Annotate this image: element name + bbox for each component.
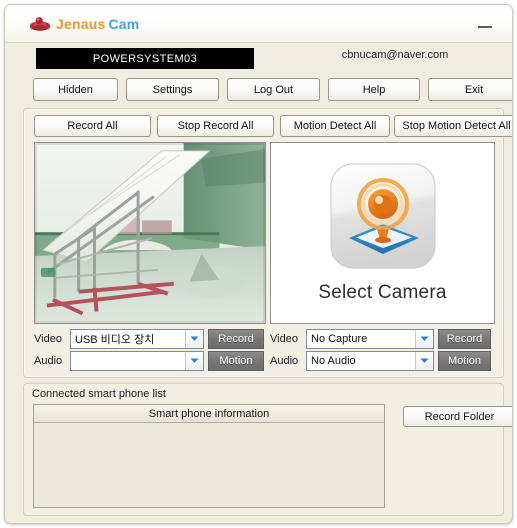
- minimize-icon[interactable]: [474, 16, 496, 34]
- record-toolbar: Record All Stop Record All Motion Detect…: [34, 115, 512, 137]
- video-device-select-left[interactable]: USB 비디오 장치: [70, 329, 204, 349]
- app-logo: Jenaus Cam: [29, 14, 139, 34]
- device-controls-left: Video USB 비디오 장치 Record Audio Motion: [34, 329, 266, 373]
- saucer-logo-icon: [29, 14, 51, 34]
- video-device-select-right[interactable]: No Capture: [306, 329, 434, 349]
- motion-detect-all-button[interactable]: Motion Detect All: [280, 115, 390, 137]
- device-controls-right: Video No Capture Record Audio No Audio M…: [270, 329, 495, 373]
- connected-phones-title: Connected smart phone list: [32, 388, 166, 400]
- audio-device-value-right: No Audio: [311, 355, 356, 367]
- exit-button[interactable]: Exit: [428, 78, 512, 101]
- chevron-down-icon: [415, 330, 433, 348]
- chevron-down-icon: [185, 330, 203, 348]
- select-camera-label: Select Camera: [318, 282, 447, 303]
- app-title-secondary: Cam: [108, 16, 140, 32]
- smart-phone-list-header: Smart phone information: [34, 405, 384, 423]
- status-display: POWERSYSTEM03: [36, 48, 254, 69]
- camera-preview-left[interactable]: [34, 142, 266, 324]
- settings-button[interactable]: Settings: [126, 78, 219, 101]
- log-out-button[interactable]: Log Out: [227, 78, 320, 101]
- video-label-right: Video: [270, 333, 298, 345]
- live-camera-preview: [35, 143, 265, 323]
- stop-record-all-button[interactable]: Stop Record All: [157, 115, 274, 137]
- webcam-icon: [329, 162, 437, 270]
- record-folder-button[interactable]: Record Folder: [403, 406, 512, 427]
- camera-group: Record All Stop Record All Motion Detect…: [23, 108, 512, 378]
- video-device-value-left: USB 비디오 장치: [75, 334, 155, 346]
- audio-label-right: Audio: [270, 355, 299, 367]
- audio-device-select-left[interactable]: [70, 351, 204, 371]
- chevron-down-icon: [185, 352, 203, 370]
- app-title: Jenaus Cam: [56, 17, 139, 31]
- audio-device-select-right[interactable]: No Audio: [306, 351, 434, 371]
- motion-button-left[interactable]: Motion: [208, 351, 264, 371]
- motion-button-right[interactable]: Motion: [438, 351, 491, 371]
- video-label-left: Video: [34, 333, 62, 345]
- camera-preview-right[interactable]: Select Camera: [270, 142, 495, 324]
- help-button[interactable]: Help: [328, 78, 420, 101]
- hidden-button[interactable]: Hidden: [33, 78, 118, 101]
- stop-motion-detect-all-button[interactable]: Stop Motion Detect All: [394, 115, 512, 137]
- audio-label-left: Audio: [34, 355, 63, 367]
- account-email: cbnucam@naver.com: [341, 49, 449, 61]
- record-button-right[interactable]: Record: [438, 329, 491, 349]
- chevron-down-icon: [415, 352, 433, 370]
- smart-phone-list[interactable]: Smart phone information: [33, 404, 385, 508]
- main-toolbar: Hidden Settings Log Out Help Exit: [33, 78, 512, 101]
- record-button-left[interactable]: Record: [208, 329, 264, 349]
- title-bar: Jenaus Cam: [5, 5, 512, 43]
- record-all-button[interactable]: Record All: [34, 115, 151, 137]
- app-window: Jenaus Cam POWERSYSTEM03 cbnucam@naver.co…: [4, 4, 513, 524]
- smart-phone-list-body[interactable]: [34, 423, 384, 506]
- video-device-value-right: No Capture: [311, 333, 368, 345]
- connected-phones-group: Connected smart phone list Smart phone i…: [23, 383, 512, 516]
- app-title-primary: Jenaus: [56, 16, 106, 32]
